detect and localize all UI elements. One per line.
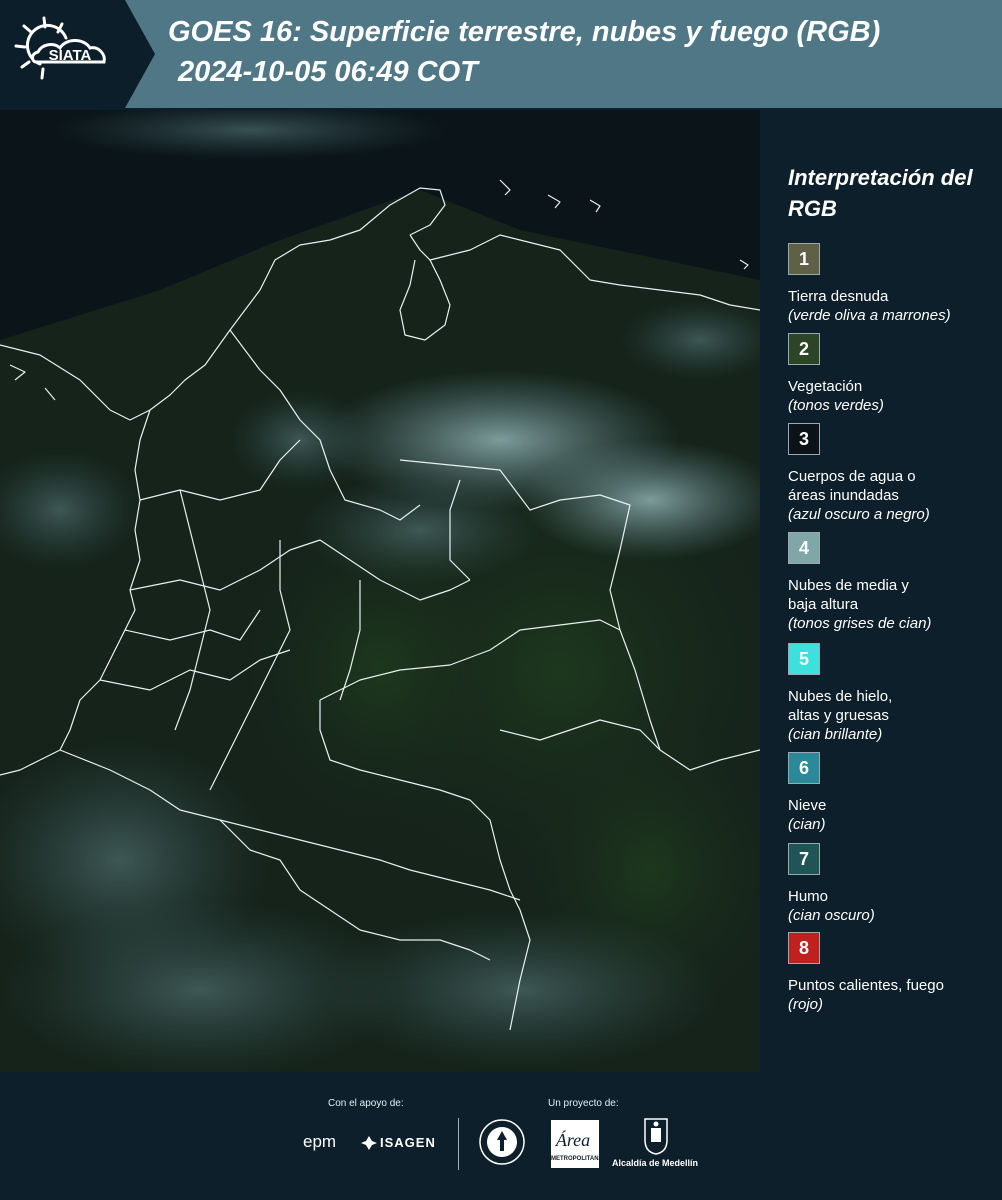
legend-desc: (verde oliva a marrones) bbox=[788, 307, 951, 324]
legend-label: Humo bbox=[788, 888, 829, 905]
title-line-2: 2024-10-05 06:49 COT bbox=[178, 56, 478, 88]
footer: Con el apoyo de: Un proyecto de: epm ISA… bbox=[0, 1072, 1002, 1200]
isagen-logo: ISAGEN bbox=[380, 1135, 436, 1150]
logo-text: SIATA bbox=[49, 47, 92, 64]
legend-swatch: 5 bbox=[788, 643, 820, 675]
metropolitana-text: METROPOLITANA bbox=[551, 1156, 603, 1162]
legend-desc: (cian) bbox=[788, 816, 826, 833]
epm-logo: epm bbox=[303, 1132, 337, 1151]
svg-text:Área: Área bbox=[555, 1129, 590, 1150]
legend-item-water: 3 Cuerpos de agua o áreas inundadas (azu… bbox=[788, 423, 998, 524]
legend-label: Nubes de media y baja altura bbox=[788, 577, 909, 613]
legend-label: Puntos calientes, fuego bbox=[788, 977, 944, 994]
legend-swatch: 8 bbox=[788, 932, 820, 964]
metropolitana-logo: Área METROPOLITANA bbox=[551, 1120, 603, 1168]
siata-logo: SIATA bbox=[14, 16, 106, 80]
legend-desc: (tonos grises de cian) bbox=[788, 615, 932, 632]
legend-label: Cuerpos de agua o áreas inundadas bbox=[788, 468, 916, 504]
legend-item-mid-low-clouds: 4 Nubes de media y baja altura (tonos gr… bbox=[788, 532, 998, 633]
support-label: Con el apoyo de: bbox=[328, 1098, 404, 1109]
page-title: GOES 16: Superficie terrestre, nubes y f… bbox=[168, 12, 998, 92]
medellin-logo-text: Alcaldía de Medellín bbox=[612, 1158, 699, 1168]
project-label: Un proyecto de: bbox=[548, 1098, 619, 1109]
legend-label: Tierra desnuda bbox=[788, 288, 889, 305]
header-bar: SIATA GOES 16: Superficie terrestre, nub… bbox=[0, 0, 1002, 108]
legend-desc: (cian brillante) bbox=[788, 726, 883, 743]
legend-label: Nubes de hielo, altas y gruesas bbox=[788, 688, 893, 724]
legend-swatch: 3 bbox=[788, 423, 820, 455]
legend-item-ice-clouds: 5 Nubes de hielo, altas y gruesas (cian … bbox=[788, 643, 998, 744]
legend-panel: Interpretación del RGB 1 Tierra desnuda … bbox=[760, 110, 1002, 1072]
medellin-shield-icon bbox=[644, 1118, 668, 1155]
seal-logo bbox=[479, 1119, 525, 1165]
satellite-map bbox=[0, 110, 760, 1072]
legend-desc: (rojo) bbox=[788, 996, 824, 1013]
legend-desc: (tonos verdes) bbox=[788, 397, 884, 414]
legend-swatch: 4 bbox=[788, 532, 820, 564]
footer-divider bbox=[458, 1118, 459, 1170]
legend-item-fire: 8 Puntos calientes, fuego (rojo) bbox=[788, 932, 998, 1014]
title-line-1: GOES 16: Superficie terrestre, nubes y f… bbox=[168, 16, 881, 48]
legend-item-snow: 6 Nieve (cian) bbox=[788, 752, 998, 834]
legend-title: Interpretación del RGB bbox=[788, 165, 973, 221]
legend-swatch: 1 bbox=[788, 243, 820, 275]
map-svg bbox=[0, 110, 760, 1072]
legend-label: Nieve bbox=[788, 797, 827, 814]
legend-swatch: 2 bbox=[788, 333, 820, 365]
legend-swatch: 6 bbox=[788, 752, 820, 784]
legend-item-smoke: 7 Humo (cian oscuro) bbox=[788, 843, 998, 925]
legend-label: Vegetación bbox=[788, 378, 863, 395]
legend-desc: (azul oscuro a negro) bbox=[788, 506, 930, 523]
isagen-icon bbox=[361, 1136, 377, 1150]
legend-item-vegetation: 2 Vegetación (tonos verdes) bbox=[788, 333, 998, 415]
legend-swatch: 7 bbox=[788, 843, 820, 875]
legend-item-bare-soil: 1 Tierra desnuda (verde oliva a marrones… bbox=[788, 243, 998, 325]
metropolitana-mark: Área bbox=[555, 1129, 590, 1150]
logo-chevron bbox=[125, 0, 155, 108]
legend-desc: (cian oscuro) bbox=[788, 907, 875, 924]
